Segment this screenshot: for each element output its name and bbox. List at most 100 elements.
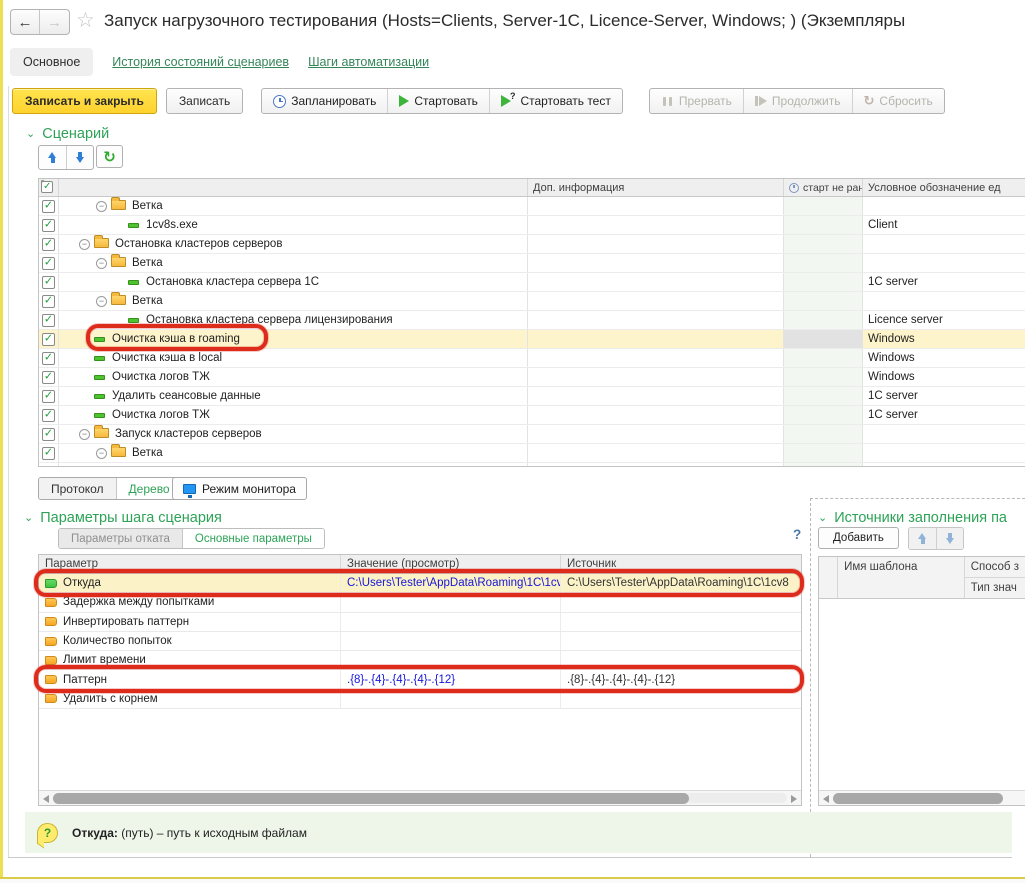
tab-main-params[interactable]: Основные параметры (182, 529, 324, 548)
reset-button[interactable]: ↻ Сбросить (852, 89, 944, 113)
column-value-header[interactable]: Значение (просмотр) (341, 555, 561, 573)
tree-row[interactable]: ✓−Ветка (39, 292, 1025, 311)
row-checkbox[interactable]: ✓ (42, 295, 55, 308)
row-checkbox[interactable]: ✓ (42, 238, 55, 251)
param-value[interactable]: .{8}-.{4}-.{4}-.{4}-.{12} (347, 674, 455, 686)
tree-row[interactable]: ✓Остановка кластера сервера 1С1C server (39, 273, 1025, 292)
tab-protocol[interactable]: Протокол (39, 478, 116, 499)
param-row[interactable]: Задержка между попытками (39, 593, 801, 612)
row-checkbox[interactable]: ✓ (42, 428, 55, 441)
favorite-star-icon[interactable]: ☆ (76, 8, 95, 33)
collapse-chevron-icon[interactable]: ⌄ (818, 511, 827, 524)
move-up-button[interactable] (909, 528, 936, 549)
collapse-chevron-icon[interactable]: ⌄ (26, 127, 35, 140)
tab-main[interactable]: Основное (10, 48, 93, 76)
collapse-chevron-icon[interactable]: ⌄ (24, 511, 33, 524)
collapse-node-icon[interactable]: − (96, 258, 107, 269)
back-button[interactable]: ← (11, 10, 40, 34)
tab-rollback-params[interactable]: Параметры отката (59, 529, 182, 548)
tree-row[interactable]: ✓Очистка логов ТЖWindows (39, 368, 1025, 387)
refresh-button[interactable]: ↻ (96, 145, 123, 168)
abort-button[interactable]: Прервать (650, 89, 743, 113)
tree-row[interactable]: ✓Очистка кэша в localWindows (39, 349, 1025, 368)
move-down-button[interactable] (66, 146, 93, 169)
add-source-button[interactable]: Добавить (818, 527, 899, 549)
horizontal-splitter[interactable] (810, 498, 1025, 499)
link-automation-steps[interactable]: Шаги автоматизации (308, 55, 429, 69)
row-checkbox[interactable]: ✓ (42, 466, 55, 468)
save-button[interactable]: Записать (166, 88, 243, 114)
tree-row[interactable]: ✓−Запуск кластеров серверов (39, 425, 1025, 444)
column-designation-header[interactable]: Условное обозначение ед (863, 179, 1025, 196)
scroll-thumb[interactable] (833, 793, 1003, 804)
column-name-header[interactable] (59, 179, 528, 196)
column-method-header[interactable]: Способ з (965, 557, 1025, 578)
tree-row[interactable]: ✓ − Ветка (39, 254, 1025, 273)
param-row[interactable]: Инвертировать паттерн (39, 613, 801, 632)
collapse-node-icon[interactable]: − (96, 296, 107, 307)
column-param-header[interactable]: Параметр (39, 555, 341, 573)
column-template-name-header[interactable]: Имя шаблона (838, 557, 965, 598)
collapse-node-icon[interactable]: − (96, 448, 107, 459)
tree-row-label: Очистка кэша в local (112, 352, 222, 364)
tree-row[interactable]: ✓1cv8s.exeClient (39, 216, 1025, 235)
param-row[interactable]: Удалить с корнем (39, 690, 801, 709)
param-row[interactable]: ОткудаC:\Users\Tester\AppData\Roaming\1C… (39, 574, 801, 593)
tree-row-label: Ветка (132, 447, 163, 459)
param-row[interactable]: Паттерн.{8}-.{4}-.{4}-.{4}-.{12}.{8}-.{4… (39, 670, 801, 689)
tree-row[interactable]: ✓ (39, 463, 1025, 467)
collapse-node-icon[interactable]: − (79, 239, 90, 250)
row-checkbox[interactable]: ✓ (42, 333, 55, 346)
schedule-label: Запланировать (291, 94, 376, 108)
row-checkbox[interactable]: ✓ (42, 276, 55, 289)
row-checkbox[interactable]: ✓ (42, 219, 55, 232)
scroll-left-icon[interactable] (43, 795, 49, 803)
move-down-button[interactable] (936, 528, 963, 549)
help-icon[interactable]: ? (793, 527, 801, 542)
hint-term: Откуда: (72, 826, 118, 840)
row-checkbox[interactable]: ✓ (42, 257, 55, 270)
forward-button[interactable]: → (40, 10, 69, 34)
monitor-mode-button[interactable]: Режим монитора (172, 477, 307, 500)
column-source-header[interactable]: Источник (561, 555, 801, 573)
folder-icon (94, 238, 109, 248)
column-value-type-header[interactable]: Тип знач (965, 578, 1025, 598)
row-checkbox[interactable]: ✓ (42, 371, 55, 384)
resume-button[interactable]: Продолжить (743, 89, 852, 113)
start-button[interactable]: Стартовать (387, 89, 489, 113)
start-test-button[interactable]: ? Стартовать тест (489, 89, 622, 113)
tree-row[interactable]: ✓ − Ветка (39, 444, 1025, 463)
scroll-right-icon[interactable] (791, 795, 797, 803)
param-value[interactable]: C:\Users\Tester\AppData\Roaming\1C\1cv8 (347, 577, 561, 589)
schedule-button[interactable]: Запланировать (262, 89, 387, 113)
tree-row[interactable]: ✓−Остановка кластеров серверов (39, 235, 1025, 254)
row-checkbox[interactable]: ✓ (42, 200, 55, 213)
scroll-thumb[interactable] (53, 793, 689, 804)
tree-row[interactable]: ✓Очистка логов ТЖ1C server (39, 406, 1025, 425)
column-start-header[interactable]: старт не ранее... (784, 179, 863, 196)
tree-row[interactable]: ✓−Ветка (39, 197, 1025, 216)
row-checkbox[interactable]: ✓ (42, 447, 55, 460)
tree-row-label: Ветка (132, 257, 163, 269)
row-checkbox[interactable]: ✓ (42, 390, 55, 403)
param-row[interactable]: Количество попыток (39, 632, 801, 651)
row-checkbox[interactable]: ✓ (42, 409, 55, 422)
select-all-header[interactable]: ✎ (39, 179, 59, 196)
vertical-splitter[interactable] (810, 498, 811, 857)
move-up-button[interactable] (39, 146, 66, 169)
row-checkbox[interactable]: ✓ (42, 352, 55, 365)
abort-label: Прервать (679, 94, 732, 108)
sources-hscrollbar[interactable] (819, 790, 1025, 805)
tree-row[interactable]: ✓Очистка кэша в roamingWindows (39, 330, 1025, 349)
collapse-node-icon[interactable]: − (79, 429, 90, 440)
param-row[interactable]: Лимит времени (39, 651, 801, 670)
row-checkbox[interactable]: ✓ (42, 314, 55, 327)
tree-row[interactable]: ✓Удалить сеансовые данные1C server (39, 387, 1025, 406)
column-extra-header[interactable]: Доп. информация (528, 179, 784, 196)
link-scenario-history[interactable]: История состояний сценариев (112, 55, 289, 69)
save-close-button[interactable]: Записать и закрыть (12, 88, 157, 114)
collapse-node-icon[interactable]: − (96, 201, 107, 212)
param-hscrollbar[interactable] (39, 790, 801, 805)
tree-row[interactable]: ✓Остановка кластера сервера лицензирован… (39, 311, 1025, 330)
scroll-left-icon[interactable] (823, 795, 829, 803)
